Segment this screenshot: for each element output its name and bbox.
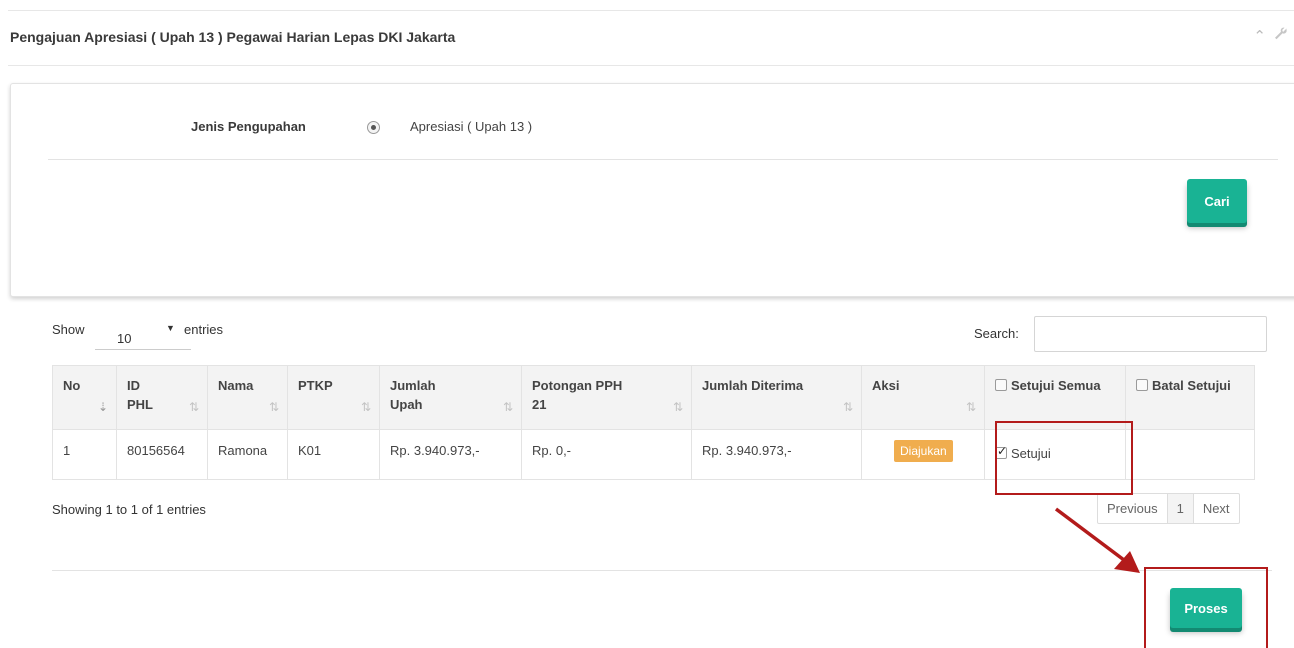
table-header-row: No ⇣ ID PHL ⇅ Nama ⇅ PTKP ⇅ Jumlah Upah ⇅ Poton…	[52, 365, 1255, 430]
cell-jumlah-upah: Rp. 3.940.973,-	[379, 429, 522, 480]
next-button[interactable]: Next	[1194, 494, 1239, 523]
panel-tools: ⌃	[1253, 27, 1288, 45]
header-id-phl[interactable]: ID PHL ⇅	[116, 365, 208, 430]
header-jumlah-diterima[interactable]: Jumlah Diterima ⇅	[691, 365, 862, 430]
show-label: Show	[52, 322, 85, 337]
sort-asc-icon: ⇣	[97, 400, 108, 414]
sort-icon: ⇅	[842, 400, 853, 414]
setujui-checkbox[interactable]	[995, 444, 1007, 459]
cari-button[interactable]: Cari	[1187, 179, 1247, 223]
sort-icon: ⇅	[268, 400, 279, 414]
filter-panel: Jenis Pengupahan Apresiasi ( Upah 13 ) C…	[10, 83, 1294, 297]
sort-icon: ⇅	[502, 400, 513, 414]
header-jumlah-upah[interactable]: Jumlah Upah ⇅	[379, 365, 522, 430]
page-1-button[interactable]: 1	[1167, 494, 1194, 523]
annotation-arrow-icon	[1054, 507, 1140, 573]
cell-nama: Ramona	[207, 429, 288, 480]
header-setujui-semua[interactable]: Setujui Semua	[984, 365, 1126, 430]
header-potongan-pph[interactable]: Potongan PPH 21 ⇅	[521, 365, 692, 430]
cell-ptkp: K01	[287, 429, 380, 480]
cell-jumlah-diterima: Rp. 3.940.973,-	[691, 429, 862, 480]
sort-icon: ⇅	[672, 400, 683, 414]
jenis-pengupahan-label: Jenis Pengupahan	[191, 119, 306, 134]
wrench-icon[interactable]	[1274, 27, 1288, 45]
data-table: No ⇣ ID PHL ⇅ Nama ⇅ PTKP ⇅ Jumlah Upah ⇅ Poton…	[52, 365, 1255, 480]
header-batal-setujui[interactable]: Batal Setujui	[1125, 365, 1255, 430]
apresiasi-radio[interactable]	[367, 121, 380, 134]
status-badge: Diajukan	[894, 440, 953, 462]
header-aksi[interactable]: Aksi ⇅	[861, 365, 985, 430]
pagination-info: Showing 1 to 1 of 1 entries	[52, 502, 206, 517]
cell-batal-setujui	[1125, 429, 1255, 480]
cell-setujui[interactable]: Setujui	[984, 429, 1126, 480]
sort-icon: ⇅	[965, 400, 976, 414]
proses-button[interactable]: Proses	[1170, 588, 1242, 628]
batal-setujui-checkbox[interactable]	[1136, 379, 1148, 391]
setujui-label[interactable]: Setujui	[1011, 446, 1051, 461]
caret-down-icon[interactable]: ▼	[166, 323, 175, 333]
sort-icon: ⇅	[188, 400, 199, 414]
header-ptkp[interactable]: PTKP ⇅	[287, 365, 380, 430]
header-no[interactable]: No ⇣	[52, 365, 117, 430]
cell-no: 1	[52, 429, 117, 480]
page-title: Pengajuan Apresiasi ( Upah 13 ) Pegawai …	[10, 29, 456, 45]
apresiasi-radio-label[interactable]: Apresiasi ( Upah 13 )	[410, 119, 532, 134]
cell-aksi: Diajukan	[861, 429, 985, 480]
search-label: Search:	[974, 326, 1019, 341]
sort-icon: ⇅	[360, 400, 371, 414]
entries-select[interactable]: 10	[95, 320, 191, 350]
cell-potongan-pph: Rp. 0,-	[521, 429, 692, 480]
search-input[interactable]	[1034, 316, 1267, 352]
header-nama[interactable]: Nama ⇅	[207, 365, 288, 430]
cell-id-phl: 80156564	[116, 429, 208, 480]
entries-label: entries	[184, 322, 224, 337]
panel-header: Pengajuan Apresiasi ( Upah 13 ) Pegawai …	[8, 10, 1294, 66]
chevron-up-icon[interactable]: ⌃	[1253, 27, 1266, 45]
table-row: 1 80156564 Ramona K01 Rp. 3.940.973,- Rp…	[52, 429, 1255, 480]
divider	[48, 159, 1278, 160]
setujui-semua-checkbox[interactable]	[995, 379, 1007, 391]
